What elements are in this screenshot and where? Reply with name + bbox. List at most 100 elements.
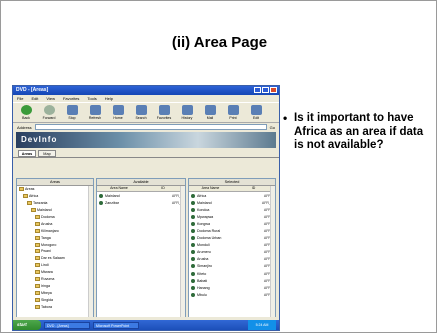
list-item[interactable]: Simanjiro AFR bbox=[189, 263, 275, 270]
menu-favorites[interactable]: Favorites bbox=[63, 96, 79, 101]
tree-node[interactable]: Pwani bbox=[17, 248, 93, 255]
menu-edit[interactable]: Edit bbox=[31, 96, 38, 101]
tree-node[interactable]: Ruvuma bbox=[17, 276, 93, 283]
selected-scrollbar[interactable] bbox=[270, 186, 275, 317]
refresh-button[interactable]: Refresh bbox=[86, 105, 104, 120]
tree-node-label: Singida bbox=[41, 297, 53, 302]
menu-view[interactable]: View bbox=[46, 96, 55, 101]
tree-node[interactable]: Tabora bbox=[17, 303, 93, 310]
tree-node[interactable]: Dar es Salaam bbox=[17, 255, 93, 262]
list-item[interactable]: Babati AFR bbox=[189, 277, 275, 284]
folder-icon bbox=[19, 187, 24, 192]
list-item[interactable]: Mainland AFR_ bbox=[189, 199, 275, 206]
area-name: Kondoa bbox=[197, 207, 210, 212]
tree-node-label: Tabora bbox=[41, 304, 52, 309]
home-icon bbox=[112, 105, 124, 115]
available-scrollbar[interactable] bbox=[180, 186, 185, 317]
mail-icon bbox=[204, 105, 216, 115]
area-name: Hanang bbox=[197, 285, 210, 290]
list-item[interactable]: Kiteto AFR bbox=[189, 270, 275, 277]
close-icon[interactable] bbox=[270, 87, 277, 93]
list-item[interactable]: Africa AFR bbox=[189, 192, 275, 199]
list-item[interactable]: Arumeru AFR bbox=[189, 249, 275, 256]
slide: (ii) Area Page • Is it important to have… bbox=[0, 0, 437, 333]
area-name: Mpwapwa bbox=[197, 214, 214, 219]
area-name: Dodoma Rural bbox=[197, 229, 221, 234]
col-id[interactable]: ID bbox=[232, 186, 275, 191]
mail-button[interactable]: Mail bbox=[201, 105, 219, 120]
globe-icon bbox=[191, 200, 195, 205]
list-item[interactable]: Mbulu AFR bbox=[189, 291, 275, 298]
tree-node[interactable]: Morogoro bbox=[17, 241, 93, 248]
tree-node-label: Mbeya bbox=[41, 290, 52, 295]
area-name: Simanjiro bbox=[197, 264, 212, 269]
back-button[interactable]: Back bbox=[17, 105, 35, 120]
list-item[interactable]: Mpwapwa AFR bbox=[189, 213, 275, 220]
list-item[interactable]: Dodoma Urban AFR bbox=[189, 235, 275, 242]
taskbar-item[interactable]: Microsoft PowerPoint bbox=[93, 321, 139, 329]
globe-icon bbox=[191, 229, 195, 234]
menu-file[interactable]: File bbox=[17, 96, 23, 101]
area-name: Babati bbox=[197, 278, 208, 283]
selected-list: Africa AFR Mainland AFR_ Kondoa AFR Mpwapwa AFR… bbox=[189, 192, 275, 298]
globe-icon bbox=[191, 271, 195, 276]
home-button[interactable]: Home bbox=[109, 105, 127, 120]
tree-node[interactable]: Kilimanjaro bbox=[17, 227, 93, 234]
edit-icon bbox=[250, 105, 262, 115]
minimize-icon[interactable] bbox=[254, 87, 261, 93]
areas-tree: Areas Africa Tanzania Mainland Dodoma Arusha K… bbox=[17, 186, 93, 310]
col-area-name[interactable]: Area Name bbox=[189, 186, 232, 191]
taskbar: start DVD - [Areas] Microsoft PowerPoint… bbox=[13, 320, 279, 330]
favorites-button[interactable]: Favorites bbox=[155, 105, 173, 120]
tree-scrollbar[interactable] bbox=[88, 186, 93, 317]
list-item[interactable]: Zanzibar AFR_ bbox=[97, 199, 185, 206]
list-item[interactable]: Monduli AFR bbox=[189, 242, 275, 249]
print-button[interactable]: Print bbox=[224, 105, 242, 120]
list-item[interactable]: Hanang AFR bbox=[189, 284, 275, 291]
tree-node[interactable]: Arusha bbox=[17, 220, 93, 227]
tree-node[interactable]: Lindi bbox=[17, 262, 93, 269]
forward-button[interactable]: Forward bbox=[40, 105, 58, 120]
tree-node[interactable]: Singida bbox=[17, 296, 93, 303]
list-item[interactable]: Kongwa AFR bbox=[189, 220, 275, 227]
menu-tools[interactable]: Tools bbox=[87, 96, 96, 101]
tree-node-label: Mainland bbox=[37, 208, 52, 213]
menu-help[interactable]: Help bbox=[105, 96, 113, 101]
tree-node-label: Dodoma bbox=[41, 215, 55, 219]
menu-bar: File Edit View Favorites Tools Help bbox=[13, 95, 279, 102]
globe-icon bbox=[191, 214, 195, 219]
address-input[interactable] bbox=[34, 124, 267, 130]
stop-button[interactable]: Stop bbox=[63, 105, 81, 120]
tree-node[interactable]: Mainland bbox=[17, 207, 93, 214]
start-button[interactable]: start bbox=[13, 320, 41, 330]
list-item[interactable]: Kondoa AFR bbox=[189, 206, 275, 213]
tab-map[interactable]: Map bbox=[38, 150, 56, 157]
col-area-name[interactable]: Area Name bbox=[97, 186, 141, 191]
taskbar-item[interactable]: DVD - [Areas] bbox=[44, 321, 90, 329]
available-pane-header: Available bbox=[97, 179, 185, 186]
list-item[interactable]: Mainland AFR_ bbox=[97, 192, 185, 199]
search-button[interactable]: Search bbox=[132, 105, 150, 120]
tree-node[interactable]: Mtwara bbox=[17, 269, 93, 276]
tree-node[interactable]: Africa bbox=[17, 193, 93, 200]
app-banner: DevInfo bbox=[16, 132, 276, 148]
tab-areas[interactable]: Areas bbox=[18, 150, 36, 157]
tree-node[interactable]: Iringa bbox=[17, 282, 93, 289]
area-name: Kiteto bbox=[197, 271, 207, 276]
tree-node[interactable]: Tanzania bbox=[17, 200, 93, 207]
list-item[interactable]: Dodoma Rural AFR bbox=[189, 227, 275, 234]
areas-pane-header: Areas bbox=[17, 179, 93, 186]
history-button[interactable]: History bbox=[178, 105, 196, 120]
list-item[interactable]: Arusha AFR bbox=[189, 256, 275, 263]
folder-icon bbox=[31, 208, 36, 213]
globe-icon bbox=[191, 250, 195, 255]
col-id[interactable]: ID bbox=[141, 186, 185, 191]
go-button[interactable]: Go bbox=[270, 125, 275, 130]
tree-node[interactable]: Tanga bbox=[17, 234, 93, 241]
maximize-icon[interactable] bbox=[262, 87, 269, 93]
tree-node[interactable]: Areas bbox=[17, 186, 93, 193]
area-name: Dodoma Urban bbox=[197, 236, 222, 241]
edit-button[interactable]: Edit bbox=[247, 105, 265, 120]
tree-node[interactable]: Mbeya bbox=[17, 289, 93, 296]
tree-node[interactable]: Dodoma bbox=[17, 214, 93, 221]
